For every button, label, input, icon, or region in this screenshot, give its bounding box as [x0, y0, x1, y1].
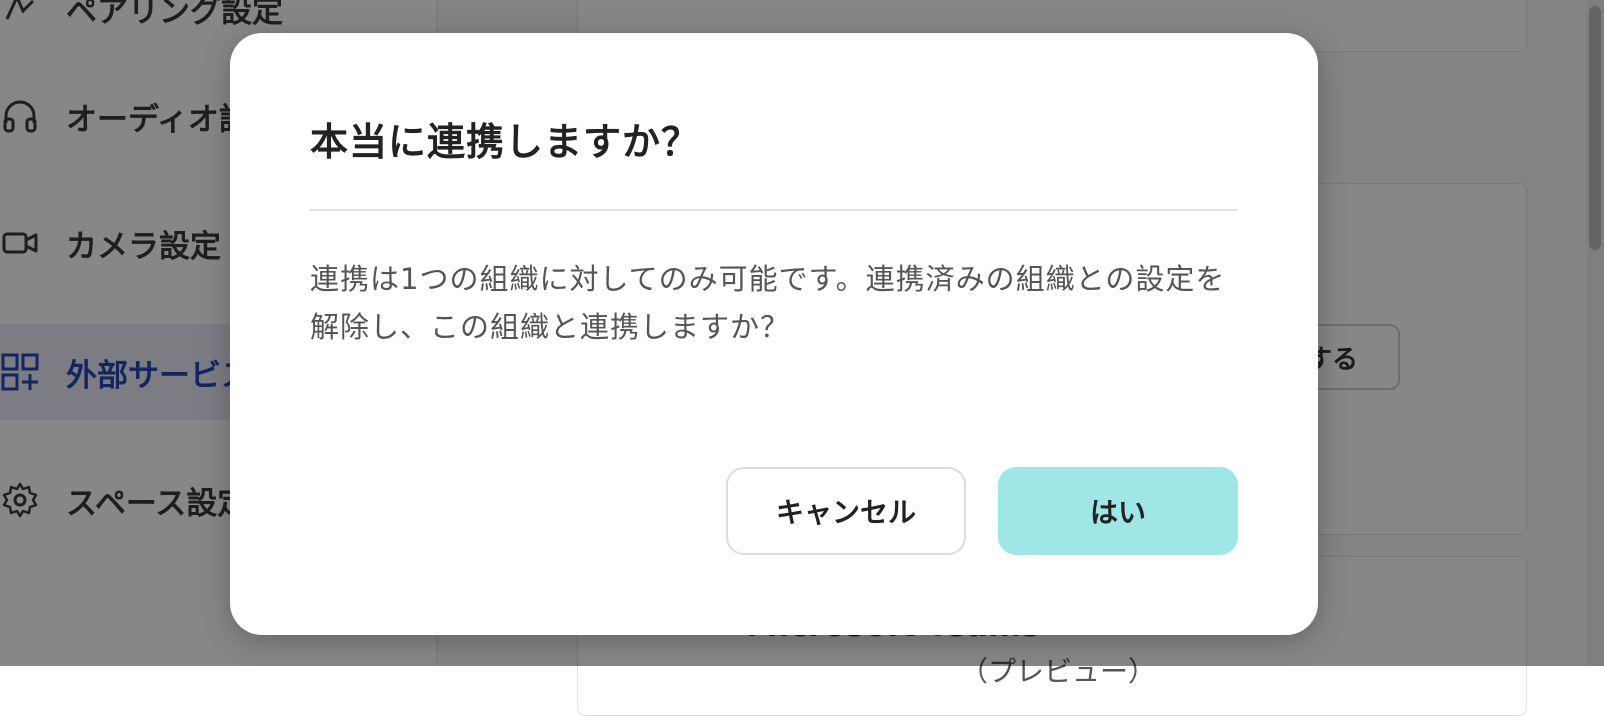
confirm-button[interactable]: はい	[998, 467, 1238, 555]
cancel-button[interactable]: キャンセル	[726, 467, 966, 555]
dialog-message: 連携は1つの組織に対してのみ可能です。連携済みの組織との設定を解除し、この組織と…	[310, 262, 1226, 344]
confirm-dialog: 本当に連携しますか？ 連携は1つの組織に対してのみ可能です。連携済みの組織との設…	[230, 33, 1318, 635]
dialog-title: 本当に連携しますか？	[310, 120, 701, 164]
dialog-divider	[310, 209, 1238, 211]
